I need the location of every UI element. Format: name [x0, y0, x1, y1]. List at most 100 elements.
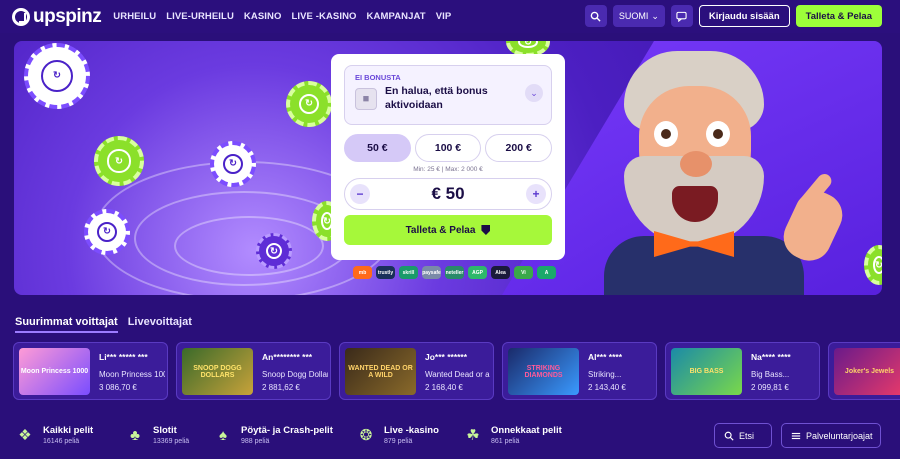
chevron-down-icon[interactable]: ⌄ — [525, 84, 543, 102]
tab-biggest-winners[interactable]: Suurimmat voittajat — [15, 316, 118, 333]
casino-chip-icon: ↻ — [84, 209, 130, 255]
category-slots[interactable]: ♣ Slotit 13369 peliä — [125, 425, 213, 445]
casino-chip-icon: ↻ — [210, 141, 256, 187]
casino-chip-icon: ↻ — [24, 43, 90, 109]
winner-card[interactable]: STRIKING DIAMONDS Al*** **** Striking...… — [502, 342, 657, 400]
winner-card[interactable]: Joker's Jewels — [828, 342, 900, 400]
payment-logo-icon: Vi — [514, 266, 533, 279]
winner-game: Striking... — [588, 370, 622, 379]
game-categories: ❖ Kaikki pelit 16146 peliä ♣ Slotit 1336… — [15, 425, 573, 445]
amount-option-200[interactable]: 200 € — [485, 134, 553, 162]
swirl-decoration — [174, 216, 324, 276]
category-count: 879 peliä — [384, 438, 413, 445]
logo-mark-icon — [12, 7, 30, 26]
tab-live-winners[interactable]: Livevoittajat — [128, 316, 192, 333]
increase-button[interactable]: + — [526, 184, 546, 204]
winner-card[interactable]: BIG BASS Na**** **** Big Bass... 2 099,8… — [665, 342, 820, 400]
deposit-submit-button[interactable]: Talleta & Pelaa — [344, 215, 552, 245]
nav-urheilu[interactable]: URHEILU — [113, 11, 156, 22]
payment-logo-icon: paysafe — [422, 266, 441, 279]
amount-value[interactable]: € 50 — [431, 184, 464, 204]
language-select[interactable]: SUOMI ⌄ — [612, 5, 665, 27]
mascot-character — [594, 51, 854, 295]
nav-live-kasino[interactable]: LIVE -KASINO — [291, 11, 356, 22]
game-thumbnail: SNOOP DOGG DOLLARS — [182, 348, 253, 395]
main-nav: URHEILU LIVE-URHEILU KASINO LIVE -KASINO… — [113, 11, 451, 22]
game-thumbnail: BIG BASS — [671, 348, 742, 395]
payment-logo-icon: skrill — [399, 266, 418, 279]
game-thumbnail: Moon Princess 1000 — [19, 348, 90, 395]
category-count: 16146 peliä — [43, 438, 80, 445]
bonus-select[interactable]: EI BONUSTA ■ En halua, että bonus aktivo… — [344, 65, 552, 125]
winner-name: Al*** **** — [588, 352, 623, 362]
brand-name: upspinz — [33, 5, 102, 27]
cards-icon: ♠ — [219, 426, 227, 444]
winner-name: Jo*** ****** — [425, 352, 468, 362]
chip-icon: ❂ — [359, 427, 373, 444]
search-icon — [591, 11, 601, 22]
category-live-casino[interactable]: ❂ Live -kasino 879 peliä — [356, 425, 463, 445]
chat-icon — [676, 11, 688, 22]
winner-card[interactable]: Moon Princess 1000 Li*** ***** *** Moon … — [13, 342, 168, 400]
chat-button[interactable] — [670, 5, 693, 27]
category-table-crash[interactable]: ♠ Pöytä- ja Crash-pelit 988 peliä — [213, 425, 356, 445]
category-title: Slotit — [153, 425, 177, 436]
nav-live-urheilu[interactable]: LIVE-URHEILU — [166, 11, 234, 22]
providers-button[interactable]: Palveluntarjoajat — [781, 423, 881, 448]
category-count: 861 peliä — [491, 438, 520, 445]
winners-list: Moon Princess 1000 Li*** ***** *** Moon … — [13, 342, 900, 400]
amount-stepper: − € 50 + — [344, 178, 552, 210]
top-bar: upspinz URHEILU LIVE-URHEILU KASINO LIVE… — [0, 0, 900, 33]
amount-option-50[interactable]: 50 € — [344, 134, 411, 162]
bonus-description: En halua, että bonus aktivoidaan — [385, 85, 488, 111]
category-title: Live -kasino — [384, 425, 439, 436]
cherries-icon: ♣ — [130, 426, 140, 444]
deposit-card: EI BONUSTA ■ En halua, että bonus aktivo… — [331, 54, 565, 260]
winner-card[interactable]: SNOOP DOGG DOLLARS An******** *** Snoop … — [176, 342, 331, 400]
winner-name: An******** *** — [262, 352, 313, 362]
login-button[interactable]: Kirjaudu sisään — [698, 5, 790, 27]
search-button[interactable] — [584, 5, 607, 27]
list-icon — [791, 432, 801, 439]
decrease-button[interactable]: − — [350, 184, 370, 204]
category-all-games[interactable]: ❖ Kaikki pelit 16146 peliä — [15, 425, 125, 445]
nav-kampanjat[interactable]: KAMPANJAT — [367, 11, 426, 22]
amount-option-100[interactable]: 100 € — [414, 134, 482, 162]
winner-card[interactable]: WANTED DEAD OR A WILD Jo*** ****** Wante… — [339, 342, 494, 400]
winner-game: Moon Princess 1000 — [99, 370, 165, 379]
game-search-button[interactable]: Etsi — [714, 423, 772, 448]
winner-name: Li*** ***** *** — [99, 352, 148, 362]
game-thumbnail: Joker's Jewels — [834, 348, 900, 395]
game-thumbnail: WANTED DEAD OR A WILD — [345, 348, 416, 395]
winner-amount: 2 168,40 € — [425, 383, 463, 392]
category-title: Kaikki pelit — [43, 425, 94, 436]
nav-vip[interactable]: VIP — [436, 11, 452, 22]
header-deposit-button[interactable]: Talleta & Pelaa — [795, 5, 882, 27]
deposit-submit-label: Talleta & Pelaa — [405, 224, 476, 236]
language-label: SUOMI — [618, 11, 649, 21]
winner-game: Snoop Dogg Dollars — [262, 370, 328, 379]
winner-amount: 3 086,70 € — [99, 383, 137, 392]
category-count: 13369 peliä — [153, 438, 190, 445]
nav-kasino[interactable]: KASINO — [244, 11, 282, 22]
casino-chip-icon: ↻ — [256, 233, 292, 269]
winner-amount: 2 099,81 € — [751, 383, 789, 392]
category-count: 988 peliä — [241, 438, 270, 445]
clover-icon: ❖ — [18, 427, 32, 444]
payment-logo-icon: Alea — [491, 266, 510, 279]
game-thumbnail: STRIKING DIAMONDS — [508, 348, 579, 395]
payment-logo-icon: mb — [353, 266, 372, 279]
chevron-down-icon: ⌄ — [651, 10, 659, 21]
winner-amount: 2 881,62 € — [262, 383, 300, 392]
shield-icon — [481, 225, 491, 235]
category-title: Pöytä- ja Crash-pelit — [241, 425, 333, 436]
payment-logo-icon: neteller — [445, 266, 464, 279]
casino-chip-icon: ↻ — [286, 81, 332, 127]
category-lucky-games[interactable]: ☘ Onnekkaat pelit 861 peliä — [463, 425, 573, 445]
payment-logo-icon: trustly — [376, 266, 395, 279]
payment-logo-icon: AGP — [468, 266, 487, 279]
header-actions: SUOMI ⌄ Kirjaudu sisään Talleta & Pelaa — [584, 5, 882, 27]
amount-presets: 50 € 100 € 200 € — [344, 134, 553, 162]
brand-logo[interactable]: upspinz — [12, 5, 102, 28]
lucky-clover-icon: ☘ — [466, 427, 480, 444]
